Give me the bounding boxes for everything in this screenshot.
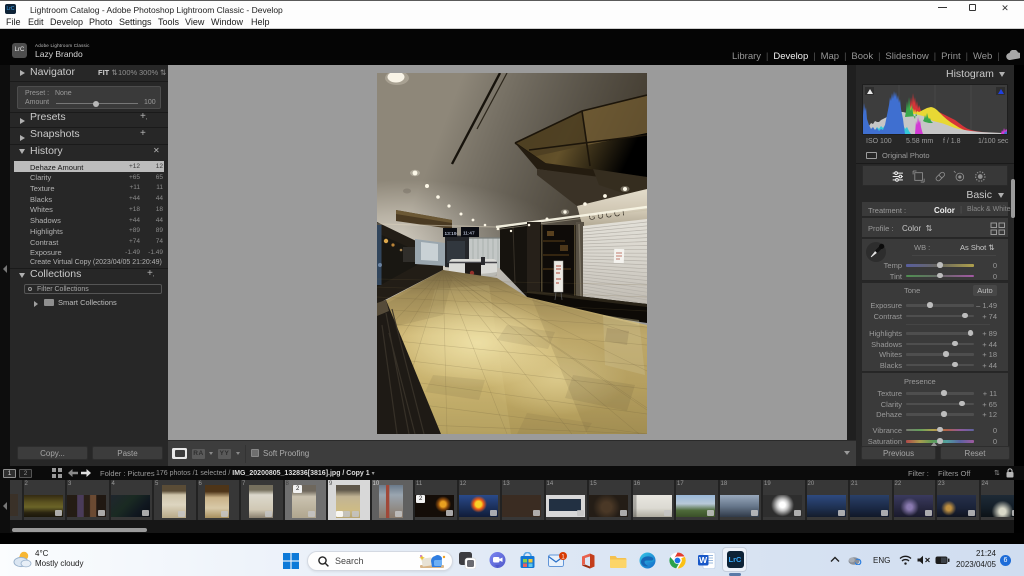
svg-text:11:47: 11:47	[463, 231, 475, 237]
svg-text:13:19: 13:19	[445, 231, 457, 237]
svg-text:W: W	[699, 555, 708, 565]
